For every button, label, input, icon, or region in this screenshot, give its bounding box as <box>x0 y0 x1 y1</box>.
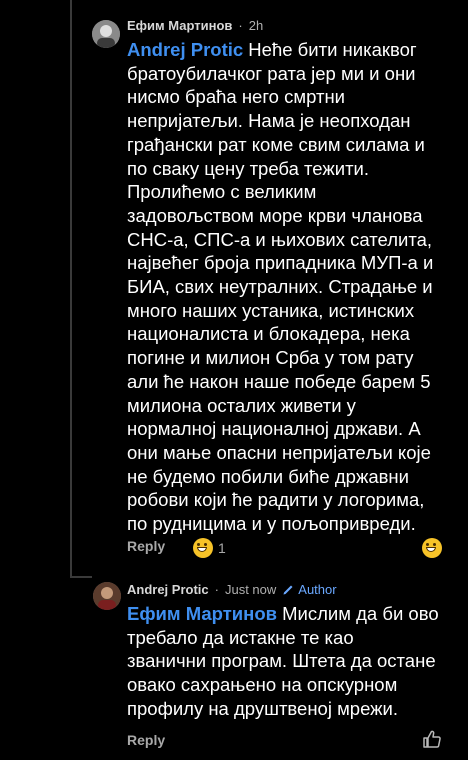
author-badge: Author <box>282 582 337 597</box>
author-name[interactable]: Ефим Мартинов <box>127 18 232 33</box>
comment-actions: Reply <box>127 732 165 748</box>
reply-button[interactable]: Reply <box>127 538 165 554</box>
meta-separator: · <box>238 18 243 33</box>
laughing-emoji-icon <box>193 538 213 558</box>
timestamp[interactable]: Just now <box>225 582 276 597</box>
reaction-count: 1 <box>218 540 226 556</box>
thumbs-up-icon <box>423 730 441 748</box>
comment-text: Неће бити никаквог братоубилачког рата ј… <box>127 39 434 535</box>
comment-meta: Ефим Мартинов · 2h <box>127 18 269 33</box>
like-button[interactable] <box>422 729 442 749</box>
comment-actions: Reply <box>127 538 165 554</box>
reaction-summary[interactable]: 1 <box>193 538 226 558</box>
avatar[interactable] <box>92 20 120 48</box>
comment-meta: Andrej Protic · Just now Author <box>127 582 337 597</box>
timestamp[interactable]: 2h <box>249 18 263 33</box>
author-name[interactable]: Andrej Protic <box>127 582 209 597</box>
avatar[interactable] <box>93 582 121 610</box>
reply-comment: Andrej Protic · Just now Author Ефим Мар… <box>0 578 468 760</box>
pencil-icon <box>283 585 293 595</box>
mention-link[interactable]: Ефим Мартинов <box>127 603 277 624</box>
laughing-emoji-icon <box>422 538 442 558</box>
comment-body: Ефим Мартинов Мислим да би ово требало д… <box>127 602 457 721</box>
react-button[interactable] <box>422 538 442 558</box>
author-badge-label: Author <box>298 582 337 597</box>
mention-link[interactable]: Andrej Protic <box>127 39 243 60</box>
meta-separator: · <box>214 582 219 597</box>
comment: Ефим Мартинов · 2h Andrej Protic Неће би… <box>0 0 468 570</box>
comment-body: Andrej Protic Неће бити никаквог братоуб… <box>127 38 457 536</box>
reply-button[interactable]: Reply <box>127 732 165 748</box>
